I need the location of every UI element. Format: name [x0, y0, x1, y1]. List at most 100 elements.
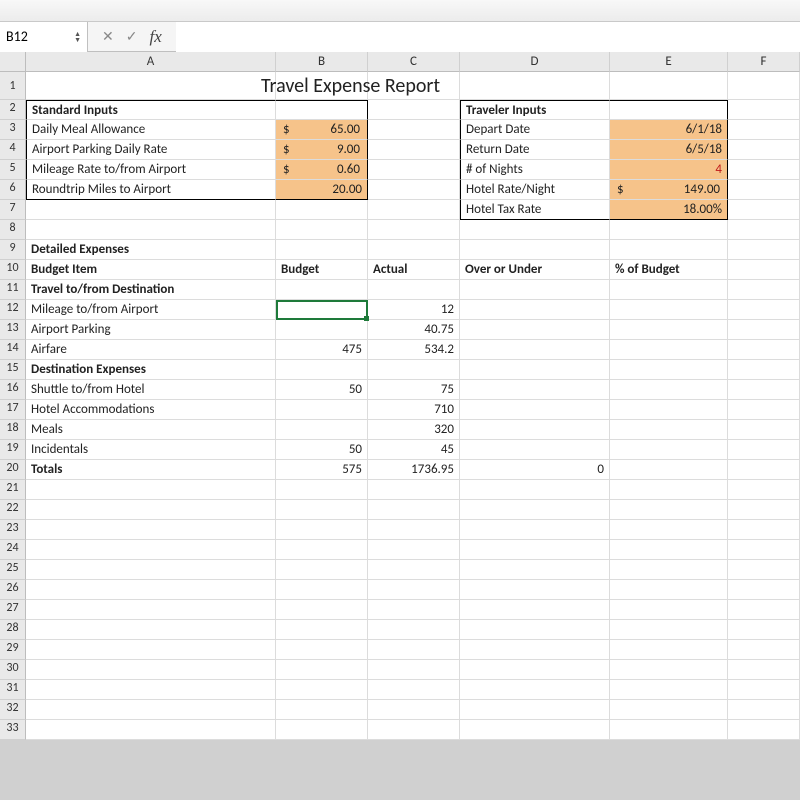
row-head-21[interactable]: 21 — [0, 480, 26, 500]
cell-F7[interactable] — [728, 200, 800, 220]
cell-D18[interactable] — [460, 420, 610, 440]
cell-B20[interactable]: 575 — [276, 460, 368, 480]
cell-F30[interactable] — [728, 660, 800, 680]
cell-B7[interactable] — [276, 200, 368, 220]
cell-B11[interactable] — [276, 280, 368, 300]
row-head-3[interactable]: 3 — [0, 120, 26, 140]
chevron-down-icon[interactable]: ▼ — [74, 37, 81, 43]
cancel-icon[interactable]: ✕ — [102, 28, 114, 45]
cell-B8[interactable] — [276, 220, 368, 240]
row-head-25[interactable]: 25 — [0, 560, 26, 580]
cell-A19[interactable]: Incidentals — [26, 440, 276, 460]
cell-E25[interactable] — [610, 560, 728, 580]
cell-F5[interactable] — [728, 160, 800, 180]
cell-D12[interactable] — [460, 300, 610, 320]
confirm-icon[interactable]: ✓ — [126, 28, 138, 45]
cell-D17[interactable] — [460, 400, 610, 420]
cell-B31[interactable] — [276, 680, 368, 700]
cell-A16[interactable]: Shuttle to/from Hotel — [26, 380, 276, 400]
cell-A2[interactable]: Standard Inputs — [26, 100, 276, 120]
cell-C11[interactable] — [368, 280, 460, 300]
cell-A18[interactable]: Meals — [26, 420, 276, 440]
row-head-10[interactable]: 10 — [0, 260, 26, 280]
cell-E14[interactable] — [610, 340, 728, 360]
cell-F26[interactable] — [728, 580, 800, 600]
cell-D27[interactable] — [460, 600, 610, 620]
cell-C6[interactable] — [368, 180, 460, 200]
cell-E32[interactable] — [610, 700, 728, 720]
row-head-32[interactable]: 32 — [0, 700, 26, 720]
cell-F29[interactable] — [728, 640, 800, 660]
cell-E12[interactable] — [610, 300, 728, 320]
cell-F10[interactable] — [728, 260, 800, 280]
cell-D26[interactable] — [460, 580, 610, 600]
col-head-E[interactable]: E — [610, 52, 728, 72]
cell-E31[interactable] — [610, 680, 728, 700]
cell-F21[interactable] — [728, 480, 800, 500]
cell-F24[interactable] — [728, 540, 800, 560]
cell-E4[interactable]: 6/5/18 — [610, 140, 728, 160]
cell-E11[interactable] — [610, 280, 728, 300]
cell-B24[interactable] — [276, 540, 368, 560]
row-head-24[interactable]: 24 — [0, 540, 26, 560]
cell-D6[interactable]: Hotel Rate/Night — [460, 180, 610, 200]
cell-D25[interactable] — [460, 560, 610, 580]
cell-C32[interactable] — [368, 700, 460, 720]
col-head-D[interactable]: D — [460, 52, 610, 72]
col-head-F[interactable]: F — [728, 52, 800, 72]
cell-E6[interactable]: $149.00 — [610, 180, 728, 200]
cell-B18[interactable] — [276, 420, 368, 440]
cell-E23[interactable] — [610, 520, 728, 540]
cell-E9[interactable] — [610, 240, 728, 260]
cell-E21[interactable] — [610, 480, 728, 500]
cell-A8[interactable] — [26, 220, 276, 240]
row-head-22[interactable]: 22 — [0, 500, 26, 520]
cell-A22[interactable] — [26, 500, 276, 520]
cell-F28[interactable] — [728, 620, 800, 640]
cell-E8[interactable] — [610, 220, 728, 240]
cell-A10[interactable]: Budget Item — [26, 260, 276, 280]
fx-icon[interactable]: fx — [149, 27, 161, 47]
cell-B9[interactable] — [276, 240, 368, 260]
cell-D19[interactable] — [460, 440, 610, 460]
cell-A27[interactable] — [26, 600, 276, 620]
cell-A15[interactable]: Destination Expenses — [26, 360, 276, 380]
cell-C29[interactable] — [368, 640, 460, 660]
cell-C27[interactable] — [368, 600, 460, 620]
cell-C20[interactable]: 1736.95 — [368, 460, 460, 480]
cell-E2[interactable] — [610, 100, 728, 120]
row-head-2[interactable]: 2 — [0, 100, 26, 120]
cell-C7[interactable] — [368, 200, 460, 220]
cell-E29[interactable] — [610, 640, 728, 660]
cell-C10[interactable]: Actual — [368, 260, 460, 280]
cell-C33[interactable] — [368, 720, 460, 740]
cell-B32[interactable] — [276, 700, 368, 720]
cell-F11[interactable] — [728, 280, 800, 300]
cell-F32[interactable] — [728, 700, 800, 720]
cell-C28[interactable] — [368, 620, 460, 640]
cell-E5[interactable]: 4 — [610, 160, 728, 180]
cell-B14[interactable]: 475 — [276, 340, 368, 360]
cell-F33[interactable] — [728, 720, 800, 740]
cell-A25[interactable] — [26, 560, 276, 580]
cell-E18[interactable] — [610, 420, 728, 440]
cell-C8[interactable] — [368, 220, 460, 240]
cell-F15[interactable] — [728, 360, 800, 380]
cell-E30[interactable] — [610, 660, 728, 680]
cell-E17[interactable] — [610, 400, 728, 420]
cell-B10[interactable]: Budget — [276, 260, 368, 280]
cell-A7[interactable] — [26, 200, 276, 220]
cell-B25[interactable] — [276, 560, 368, 580]
cell-A12[interactable]: Mileage to/from Airport — [26, 300, 276, 320]
cell-B21[interactable] — [276, 480, 368, 500]
cell-D15[interactable] — [460, 360, 610, 380]
cell-D22[interactable] — [460, 500, 610, 520]
name-box-stepper[interactable]: ▲ ▼ — [74, 31, 81, 43]
cell-A20[interactable]: Totals — [26, 460, 276, 480]
cell-F22[interactable] — [728, 500, 800, 520]
cell-B19[interactable]: 50 — [276, 440, 368, 460]
cell-B2[interactable] — [276, 100, 368, 120]
row-head-31[interactable]: 31 — [0, 680, 26, 700]
row-head-7[interactable]: 7 — [0, 200, 26, 220]
cell-D24[interactable] — [460, 540, 610, 560]
